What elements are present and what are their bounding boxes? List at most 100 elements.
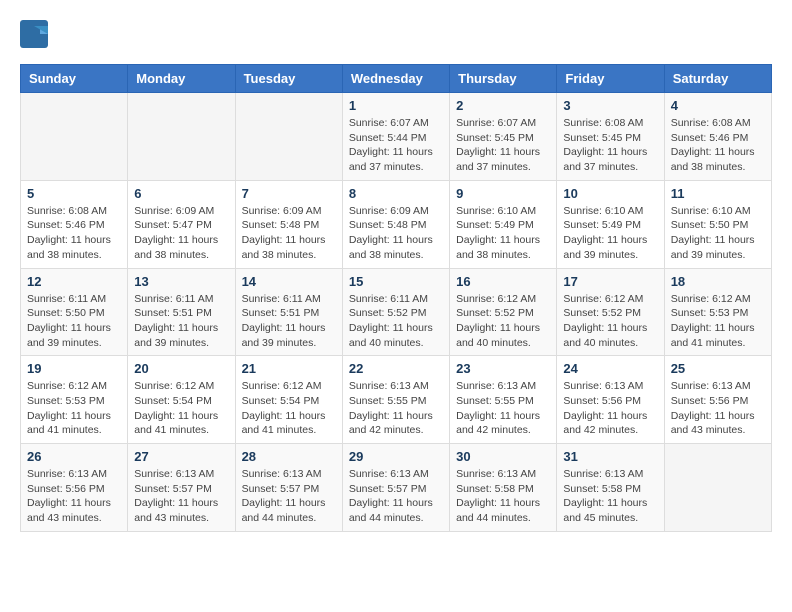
header-friday: Friday (557, 65, 664, 93)
day-number: 19 (27, 361, 121, 376)
day-info: Sunrise: 6:11 AMSunset: 5:51 PMDaylight:… (242, 292, 336, 351)
day-number: 25 (671, 361, 765, 376)
day-info: Sunrise: 6:12 AMSunset: 5:52 PMDaylight:… (563, 292, 657, 351)
day-cell (128, 93, 235, 181)
day-info: Sunrise: 6:13 AMSunset: 5:55 PMDaylight:… (349, 379, 443, 438)
week-row-4: 26 Sunrise: 6:13 AMSunset: 5:56 PMDayligh… (21, 444, 772, 532)
day-cell: 2 Sunrise: 6:07 AMSunset: 5:45 PMDaylight… (450, 93, 557, 181)
day-number: 7 (242, 186, 336, 201)
calendar-table: SundayMondayTuesdayWednesdayThursdayFrid… (20, 64, 772, 532)
day-number: 26 (27, 449, 121, 464)
day-cell: 23 Sunrise: 6:13 AMSunset: 5:55 PMDayligh… (450, 356, 557, 444)
day-info: Sunrise: 6:07 AMSunset: 5:44 PMDaylight:… (349, 116, 443, 175)
day-number: 10 (563, 186, 657, 201)
day-info: Sunrise: 6:13 AMSunset: 5:57 PMDaylight:… (349, 467, 443, 526)
header-wednesday: Wednesday (342, 65, 449, 93)
day-info: Sunrise: 6:08 AMSunset: 5:46 PMDaylight:… (671, 116, 765, 175)
day-cell: 22 Sunrise: 6:13 AMSunset: 5:55 PMDayligh… (342, 356, 449, 444)
week-row-1: 5 Sunrise: 6:08 AMSunset: 5:46 PMDaylight… (21, 180, 772, 268)
day-info: Sunrise: 6:10 AMSunset: 5:50 PMDaylight:… (671, 204, 765, 263)
day-cell: 27 Sunrise: 6:13 AMSunset: 5:57 PMDayligh… (128, 444, 235, 532)
day-number: 28 (242, 449, 336, 464)
day-cell (235, 93, 342, 181)
day-cell: 19 Sunrise: 6:12 AMSunset: 5:53 PMDayligh… (21, 356, 128, 444)
header-tuesday: Tuesday (235, 65, 342, 93)
day-info: Sunrise: 6:09 AMSunset: 5:48 PMDaylight:… (349, 204, 443, 263)
day-info: Sunrise: 6:13 AMSunset: 5:56 PMDaylight:… (671, 379, 765, 438)
header-sunday: Sunday (21, 65, 128, 93)
day-number: 1 (349, 98, 443, 113)
day-number: 29 (349, 449, 443, 464)
day-info: Sunrise: 6:10 AMSunset: 5:49 PMDaylight:… (563, 204, 657, 263)
day-info: Sunrise: 6:13 AMSunset: 5:57 PMDaylight:… (134, 467, 228, 526)
day-info: Sunrise: 6:08 AMSunset: 5:45 PMDaylight:… (563, 116, 657, 175)
day-info: Sunrise: 6:12 AMSunset: 5:53 PMDaylight:… (27, 379, 121, 438)
day-cell: 6 Sunrise: 6:09 AMSunset: 5:47 PMDaylight… (128, 180, 235, 268)
day-info: Sunrise: 6:13 AMSunset: 5:58 PMDaylight:… (563, 467, 657, 526)
day-number: 20 (134, 361, 228, 376)
day-cell: 10 Sunrise: 6:10 AMSunset: 5:49 PMDayligh… (557, 180, 664, 268)
day-number: 4 (671, 98, 765, 113)
day-number: 15 (349, 274, 443, 289)
day-info: Sunrise: 6:13 AMSunset: 5:56 PMDaylight:… (563, 379, 657, 438)
day-info: Sunrise: 6:12 AMSunset: 5:52 PMDaylight:… (456, 292, 550, 351)
day-cell: 1 Sunrise: 6:07 AMSunset: 5:44 PMDaylight… (342, 93, 449, 181)
day-cell: 29 Sunrise: 6:13 AMSunset: 5:57 PMDayligh… (342, 444, 449, 532)
day-cell: 13Sunrise: 6:11 AMSunset: 5:51 PMDayligh… (128, 268, 235, 356)
logo-icon (20, 20, 48, 48)
day-info: Sunrise: 6:07 AMSunset: 5:45 PMDaylight:… (456, 116, 550, 175)
day-cell (664, 444, 771, 532)
day-number: 27 (134, 449, 228, 464)
week-row-3: 19 Sunrise: 6:12 AMSunset: 5:53 PMDayligh… (21, 356, 772, 444)
day-cell: 24Sunrise: 6:13 AMSunset: 5:56 PMDayligh… (557, 356, 664, 444)
day-cell: 15Sunrise: 6:11 AMSunset: 5:52 PMDayligh… (342, 268, 449, 356)
day-cell (21, 93, 128, 181)
calendar-header: SundayMondayTuesdayWednesdayThursdayFrid… (21, 65, 772, 93)
day-number: 5 (27, 186, 121, 201)
day-info: Sunrise: 6:10 AMSunset: 5:49 PMDaylight:… (456, 204, 550, 263)
day-info: Sunrise: 6:13 AMSunset: 5:56 PMDaylight:… (27, 467, 121, 526)
day-cell: 31 Sunrise: 6:13 AMSunset: 5:58 PMDayligh… (557, 444, 664, 532)
day-info: Sunrise: 6:08 AMSunset: 5:46 PMDaylight:… (27, 204, 121, 263)
calendar-body: 1 Sunrise: 6:07 AMSunset: 5:44 PMDaylight… (21, 93, 772, 532)
day-cell: 4 Sunrise: 6:08 AMSunset: 5:46 PMDaylight… (664, 93, 771, 181)
day-number: 22 (349, 361, 443, 376)
day-cell: 28 Sunrise: 6:13 AMSunset: 5:57 PMDayligh… (235, 444, 342, 532)
day-number: 31 (563, 449, 657, 464)
day-info: Sunrise: 6:09 AMSunset: 5:47 PMDaylight:… (134, 204, 228, 263)
header-saturday: Saturday (664, 65, 771, 93)
day-number: 11 (671, 186, 765, 201)
day-cell: 12Sunrise: 6:11 AMSunset: 5:50 PMDayligh… (21, 268, 128, 356)
day-cell: 11 Sunrise: 6:10 AMSunset: 5:50 PMDayligh… (664, 180, 771, 268)
header-monday: Monday (128, 65, 235, 93)
day-cell: 21 Sunrise: 6:12 AMSunset: 5:54 PMDayligh… (235, 356, 342, 444)
day-number: 23 (456, 361, 550, 376)
page-header (20, 20, 772, 48)
day-info: Sunrise: 6:13 AMSunset: 5:55 PMDaylight:… (456, 379, 550, 438)
day-number: 17 (563, 274, 657, 289)
day-info: Sunrise: 6:12 AMSunset: 5:54 PMDaylight:… (134, 379, 228, 438)
day-number: 16 (456, 274, 550, 289)
day-cell: 17 Sunrise: 6:12 AMSunset: 5:52 PMDayligh… (557, 268, 664, 356)
day-info: Sunrise: 6:13 AMSunset: 5:57 PMDaylight:… (242, 467, 336, 526)
day-info: Sunrise: 6:12 AMSunset: 5:54 PMDaylight:… (242, 379, 336, 438)
day-number: 6 (134, 186, 228, 201)
day-cell: 20 Sunrise: 6:12 AMSunset: 5:54 PMDayligh… (128, 356, 235, 444)
day-info: Sunrise: 6:12 AMSunset: 5:53 PMDaylight:… (671, 292, 765, 351)
day-number: 2 (456, 98, 550, 113)
day-cell: 18Sunrise: 6:12 AMSunset: 5:53 PMDayligh… (664, 268, 771, 356)
logo (20, 20, 52, 48)
day-number: 30 (456, 449, 550, 464)
header-thursday: Thursday (450, 65, 557, 93)
day-cell: 7Sunrise: 6:09 AMSunset: 5:48 PMDaylight… (235, 180, 342, 268)
day-number: 21 (242, 361, 336, 376)
day-cell: 9 Sunrise: 6:10 AMSunset: 5:49 PMDaylight… (450, 180, 557, 268)
day-cell: 30Sunrise: 6:13 AMSunset: 5:58 PMDayligh… (450, 444, 557, 532)
day-number: 9 (456, 186, 550, 201)
day-cell: 3 Sunrise: 6:08 AMSunset: 5:45 PMDaylight… (557, 93, 664, 181)
day-number: 13 (134, 274, 228, 289)
day-cell: 25 Sunrise: 6:13 AMSunset: 5:56 PMDayligh… (664, 356, 771, 444)
day-number: 8 (349, 186, 443, 201)
day-number: 3 (563, 98, 657, 113)
day-cell: 16 Sunrise: 6:12 AMSunset: 5:52 PMDayligh… (450, 268, 557, 356)
